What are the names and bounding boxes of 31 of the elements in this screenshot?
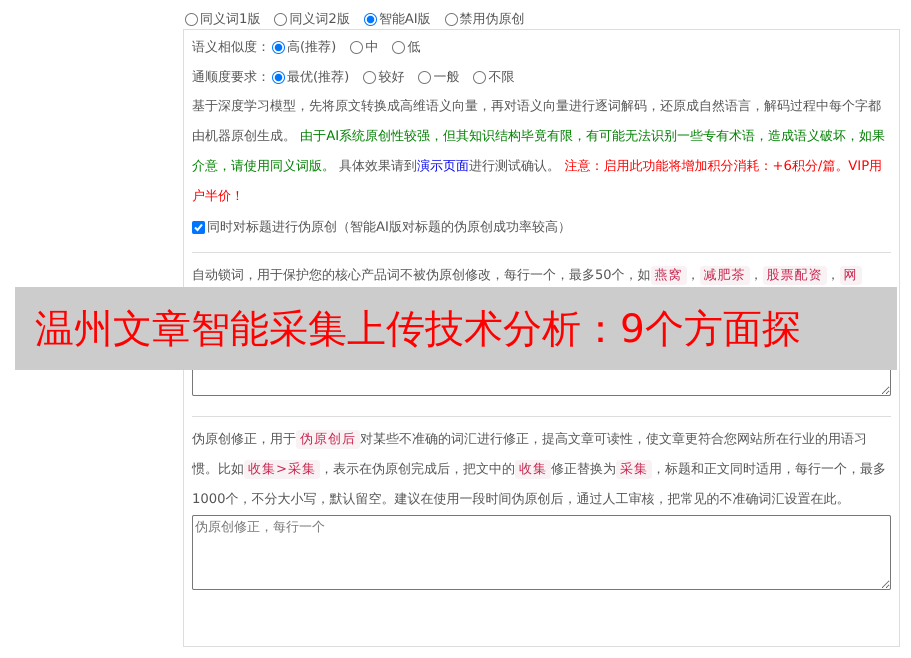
title-banner-overlay: 温州文章智能采集上传技术分析：9个方面探 <box>15 287 897 370</box>
radio-button[interactable] <box>272 70 285 84</box>
radio-label[interactable]: 较好 <box>378 68 404 86</box>
radio-label[interactable]: 智能AI版 <box>378 10 431 28</box>
radio-button[interactable] <box>274 12 288 26</box>
radio-label[interactable]: 低 <box>407 38 420 56</box>
radio-button[interactable] <box>473 70 486 84</box>
radio-button[interactable] <box>364 12 377 26</box>
similarity-label: 语义相似度： <box>192 39 270 56</box>
checkbox-label[interactable]: 同时对标题进行伪原创（智能AI版对标题的伪原创成功率较高） <box>207 218 571 236</box>
correction-field[interactable]: 伪原创修正，每行一个 <box>192 515 891 590</box>
radio-button[interactable] <box>272 40 285 54</box>
radio-label[interactable]: 最优(推荐) <box>287 68 350 86</box>
radio-label[interactable]: 一般 <box>433 68 460 86</box>
correction-description: 伪原创修正，用于 伪原创后 对某些不准确的词汇进行修正，提高文章可读性，使文章更符合您网站所在行业的用语习惯。比如 收集>采集 ，表示在伪原创完成后，把文中的 收集 修正替换为 采集 ，标题和正文同时适用，每行一个，最多1000个，不分大小写，默认留空。建议在使用一段时间伪原创后，通过人工审核，把常见的不准确词汇设置在此。 <box>192 429 888 509</box>
radio-button[interactable] <box>363 70 376 84</box>
fluency-label: 通顺度要求： <box>192 69 270 86</box>
radio-button[interactable] <box>418 70 432 84</box>
radio-button[interactable] <box>444 12 458 26</box>
radio-button[interactable] <box>392 40 406 54</box>
radio-label[interactable]: 中 <box>365 38 378 56</box>
radio-label[interactable]: 不限 <box>488 68 514 86</box>
ai-description: 基于深度学习模型，先将原文转换成高维语义向量，再对语义向量进行逐词解码，还原成自然语言，解码过程中每个字都由机器原创生成。 由于AI系统原创性较强，但其知识结构毕竟有限，有可能无法识别一些专有术语，造成语义破坏，如果介意，请使用同义词版。 具体效果请到演示页面进行测试确认。 注意：启用此功能将增加积分消耗：+6积分/篇。VIP用户半价！ <box>192 98 886 206</box>
radio-label[interactable]: 同义词1版 <box>200 10 260 28</box>
checkbox[interactable] <box>192 220 205 234</box>
radio-label[interactable]: 禁用伪原创 <box>460 10 525 28</box>
radio-button[interactable] <box>350 40 364 54</box>
radio-label[interactable]: 同义词2版 <box>289 10 350 28</box>
radio-button[interactable] <box>185 12 198 26</box>
demo-link[interactable]: 演示页面 <box>417 159 470 174</box>
radio-label[interactable]: 高(推荐) <box>287 38 336 56</box>
